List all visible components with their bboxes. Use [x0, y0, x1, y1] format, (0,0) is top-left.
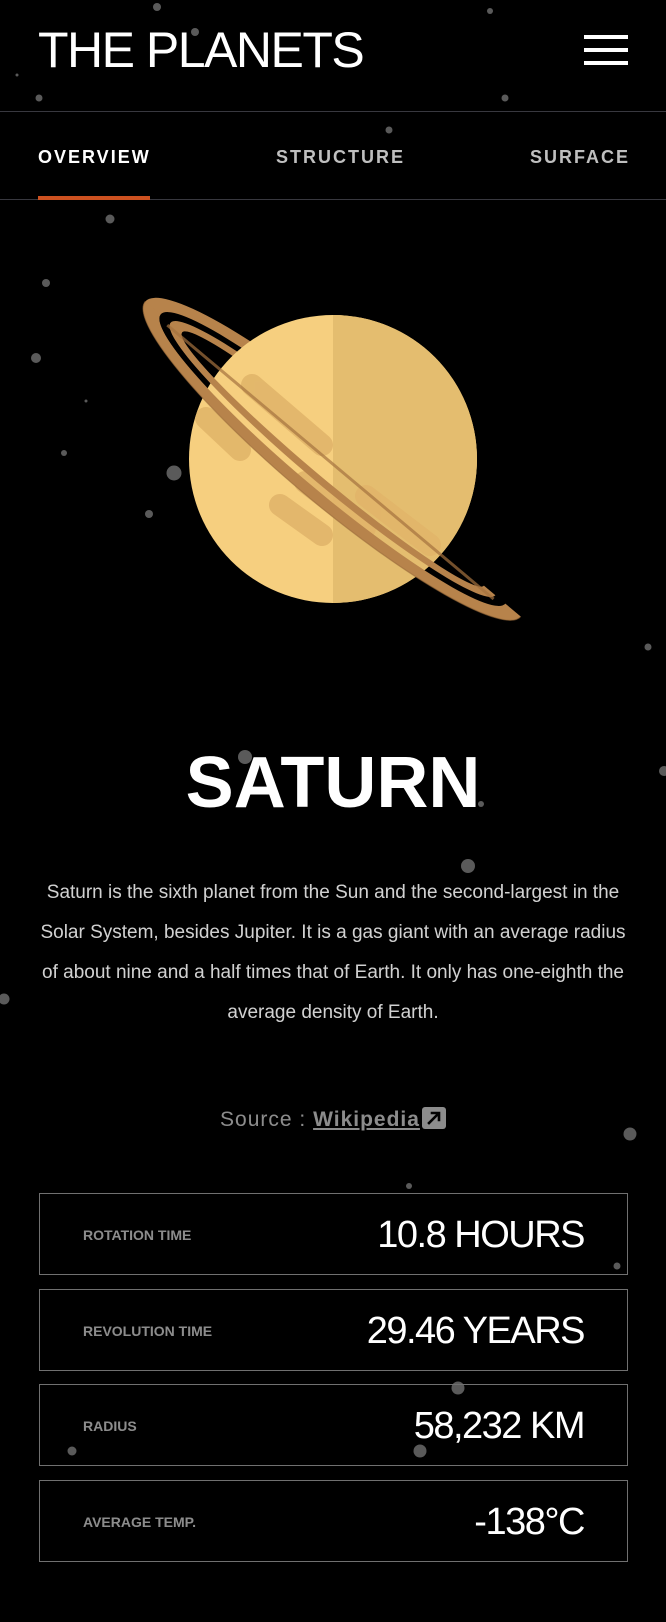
stat-value: 29.46 YEARS [366, 1310, 586, 1352]
planet-name: SATURN [185, 743, 481, 823]
active-tab-indicator [38, 196, 150, 200]
stat-card-rotation-time: ROTATION TIME 10.8 HOURS [39, 1193, 628, 1275]
source-attribution: Source : Wikipedia [0, 1105, 666, 1135]
hamburger-menu-icon[interactable] [584, 35, 628, 67]
stat-value: 58,232 KM [413, 1405, 586, 1447]
stat-card-radius: RADIUS 58,232 KM [39, 1384, 628, 1466]
stat-value: -138°C [474, 1501, 585, 1543]
stat-value: 10.8 HOURS [377, 1214, 585, 1256]
tab-overview[interactable]: OVERVIEW [38, 147, 151, 167]
menu-line [584, 61, 628, 65]
stat-label: AVERAGE TEMP. [83, 1514, 197, 1530]
stat-card-average-temp: AVERAGE TEMP. -138°C [39, 1480, 628, 1562]
wikipedia-link[interactable]: Wikipedia [313, 1108, 420, 1131]
site-logo[interactable]: THE PLANETS [38, 22, 365, 78]
stat-label: REVOLUTION TIME [83, 1323, 213, 1339]
stat-card-revolution-time: REVOLUTION TIME 29.46 YEARS [39, 1289, 628, 1371]
stat-label: ROTATION TIME [83, 1227, 192, 1243]
menu-line [584, 35, 628, 39]
external-link-icon[interactable] [421, 1107, 446, 1129]
tab-structure[interactable]: STRUCTURE [276, 147, 405, 167]
tab-surface[interactable]: SURFACE [530, 147, 630, 167]
site-header: THE PLANETS [0, 0, 666, 112]
stat-label: RADIUS [83, 1418, 137, 1434]
page: THE PLANETS OVERVIEW STRUCTURE SURFACE S… [0, 0, 666, 1622]
planet-description: Saturn is the sixth planet from the Sun … [40, 882, 626, 1023]
menu-line [584, 48, 628, 52]
saturn-illustration [142, 297, 523, 621]
source-prefix: Source : [220, 1108, 314, 1131]
planet-tabs: OVERVIEW STRUCTURE SURFACE [0, 112, 666, 200]
